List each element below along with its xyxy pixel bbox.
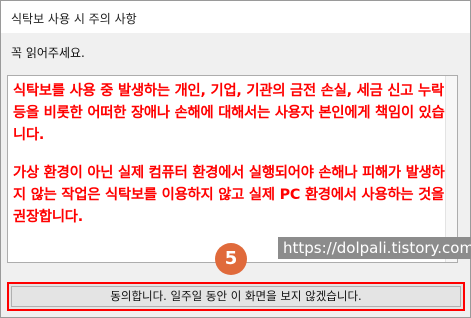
notice-paragraph-liability: 식탁보를 사용 중 발생하는 개인, 기업, 기관의 금전 손실, 세금 신고 … (13, 83, 445, 143)
title-bar: 식탁보 사용 시 주의 사항 (1, 1, 470, 33)
instruction-text: 꼭 읽어주세요. (11, 46, 85, 60)
dialog-window: 식탁보 사용 시 주의 사항 꼭 읽어주세요. 식탁보를 사용 중 발생하는 개… (0, 0, 471, 318)
blog-watermark: https://dolpali.tistory.com (278, 237, 471, 259)
step-number-badge: 5 (215, 243, 247, 275)
notice-textbox[interactable]: 식탁보를 사용 중 발생하는 개인, 기업, 기관의 금전 손실, 세금 신고 … (7, 75, 458, 263)
window-title: 식탁보 사용 시 주의 사항 (11, 12, 137, 26)
notice-paragraph-recommendation: 가상 환경이 아닌 실제 컴퓨터 환경에서 실행되어야 손해나 피해가 발생하지… (13, 165, 445, 225)
agree-button[interactable]: 동의합니다. 일주일 동안 이 화면을 보지 않겠습니다. (7, 282, 465, 311)
agree-button-focus-border (11, 286, 461, 307)
notice-scrollbar[interactable] (445, 76, 457, 262)
